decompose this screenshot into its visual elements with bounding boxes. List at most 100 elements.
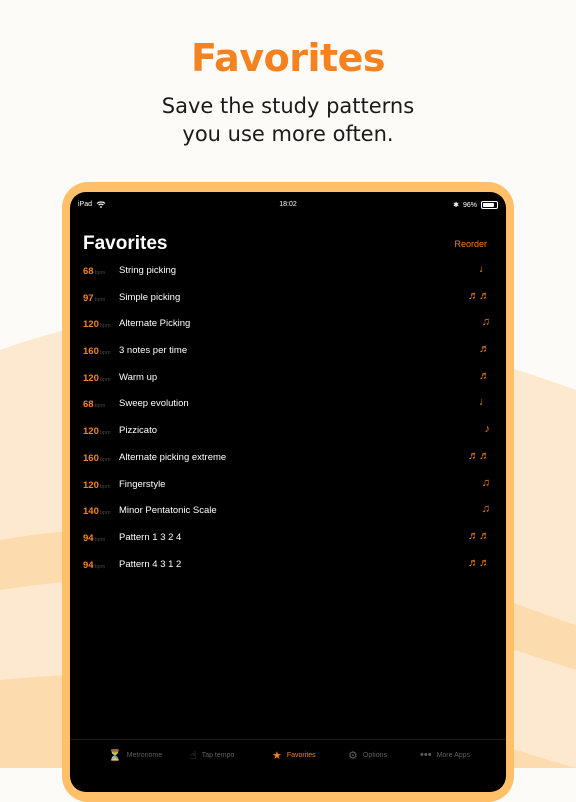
rhythm-notation-icon: ♩ [479, 396, 490, 409]
bpm-number: 120 [83, 479, 99, 491]
bpm-unit: bpm [99, 350, 111, 357]
pattern-name: Fingerstyle [119, 478, 166, 490]
tab-tap-tempo[interactable]: ☝ Tap tempo [190, 749, 234, 762]
tap-hand-icon: ☝ [190, 750, 197, 762]
favorite-row[interactable]: 68bpm String picking ♩ [70, 258, 506, 285]
tab-favorites[interactable]: ★ Favorites [272, 749, 316, 762]
bpm-value: 94bpm [83, 533, 117, 544]
bpm-unit: bpm [94, 296, 106, 303]
status-time: 18:02 [279, 201, 297, 208]
rhythm-notation-icon: ♬♬ [468, 556, 490, 569]
bpm-number: 120 [83, 319, 99, 331]
bpm-unit: bpm [94, 563, 106, 570]
favorite-row[interactable]: 68bpm Sweep evolution ♩ [70, 391, 506, 418]
promo-subhead: Save the study patterns you use more oft… [0, 92, 576, 148]
bpm-value: 120bpm [83, 373, 117, 384]
rhythm-notation-icon: ♬♬ [468, 529, 490, 542]
bpm-value: 120bpm [83, 319, 117, 330]
bpm-number: 120 [83, 372, 99, 384]
tab-label: Tap tempo [201, 752, 235, 759]
pattern-name: 3 notes per time [119, 345, 188, 357]
bpm-number: 97 [83, 292, 94, 304]
tab-bar: ⏳ Metronome ☝ Tap tempo ★ Favorites ⚙ Options ••… [70, 739, 506, 792]
pattern-name: Pattern 1 3 2 4 [119, 531, 182, 543]
rhythm-notation-icon: ♪ [484, 423, 491, 436]
favorite-row[interactable]: 140bpm Minor Pentatonic Scale ♫ [70, 498, 506, 525]
tab-options[interactable]: ⚙ Options [348, 749, 387, 762]
promo-subhead-line-1: Save the study patterns [161, 94, 415, 118]
battery-percent: 96% [462, 201, 477, 209]
bpm-number: 120 [83, 426, 99, 438]
star-list-icon: ★ [272, 750, 282, 762]
bpm-unit: bpm [99, 430, 111, 437]
bpm-unit: bpm [99, 376, 111, 383]
pattern-name: Sweep evolution [119, 398, 189, 410]
favorite-row[interactable]: 120bpm Pizzicato ♪ [70, 418, 506, 445]
tab-metronome[interactable]: ⏳ Metronome [108, 749, 162, 762]
bpm-unit: bpm [94, 270, 106, 276]
pattern-name: Simple picking [119, 291, 181, 303]
bpm-value: 160bpm [83, 453, 117, 464]
pattern-name: Alternate picking extreme [119, 451, 227, 463]
dots-icon: ••• [420, 749, 432, 761]
pattern-name: Pattern 4 3 1 2 [119, 558, 182, 570]
pattern-name: Alternate Picking [119, 318, 191, 330]
pattern-name: Minor Pentatonic Scale [119, 505, 217, 517]
bpm-unit: bpm [94, 403, 106, 410]
gear-icon: ⚙ [348, 750, 358, 762]
favorite-row[interactable]: 94bpm Pattern 4 3 1 2 ♬♬ [70, 552, 506, 579]
favorite-row[interactable]: 120bpm Alternate Picking ♫ [70, 311, 506, 338]
bpm-value: 160bpm [83, 346, 117, 357]
page-title: Favorites [83, 233, 168, 254]
bluetooth-icon: ✱ [453, 202, 459, 209]
tab-more-apps[interactable]: ••• More Apps [420, 749, 470, 761]
pattern-name: Pizzicato [119, 425, 158, 437]
bpm-number: 94 [83, 532, 94, 544]
bpm-number: 140 [83, 506, 99, 518]
status-bar: iPad 18:02 ✱ 96% [70, 201, 506, 213]
rhythm-notation-icon: ♩ [479, 263, 490, 275]
bpm-unit: bpm [99, 323, 111, 330]
bpm-number: 160 [83, 346, 99, 358]
promo-subhead-line-2: you use more often. [182, 122, 394, 146]
bpm-value: 120bpm [83, 426, 117, 437]
bpm-value: 97bpm [83, 293, 117, 304]
rhythm-notation-icon: ♫ [481, 316, 490, 329]
bpm-value: 68bpm [83, 399, 117, 410]
bpm-value: 94bpm [83, 560, 117, 571]
rhythm-notation-icon: ♬♬ [468, 289, 490, 302]
pattern-name: Warm up [119, 371, 158, 383]
bpm-number: 160 [83, 452, 99, 464]
tab-label: Options [362, 752, 387, 759]
rhythm-notation-icon: ♬ [479, 369, 490, 382]
bpm-unit: bpm [99, 483, 111, 490]
tab-label: Metronome [126, 752, 163, 759]
app-screen: iPad 18:02 ✱ 96% Favorites Reorder 68bpm… [70, 192, 506, 792]
pattern-name: String picking [119, 265, 177, 276]
favorite-row[interactable]: 160bpm 3 notes per time ♬ [70, 338, 506, 365]
bpm-unit: bpm [99, 456, 111, 463]
metronome-icon: ⏳ [108, 750, 122, 762]
bpm-value: 68bpm [83, 266, 117, 277]
bpm-value: 120bpm [83, 480, 117, 491]
bpm-unit: bpm [94, 536, 106, 543]
tab-label: More Apps [436, 751, 471, 759]
rhythm-notation-icon: ♬ [479, 343, 490, 356]
favorite-row[interactable]: 120bpm Fingerstyle ♫ [70, 472, 506, 499]
rhythm-notation-icon: ♬♬ [468, 449, 490, 462]
tab-label: Favorites [286, 752, 316, 759]
reorder-button[interactable]: Reorder [454, 239, 487, 249]
favorite-row[interactable]: 120bpm Warm up ♬ [70, 365, 506, 392]
rhythm-notation-icon: ♫ [481, 476, 490, 489]
bpm-unit: bpm [99, 510, 111, 517]
favorite-row[interactable]: 97bpm Simple picking ♬♬ [70, 285, 506, 312]
favorites-list: 68bpm String picking ♩ 97bpm Simple picking ♬… [70, 258, 506, 578]
promo-headline: Favorites [190, 36, 386, 80]
rhythm-notation-icon: ♫ [481, 503, 490, 516]
favorite-row[interactable]: 94bpm Pattern 1 3 2 4 ♬♬ [70, 525, 506, 552]
bpm-number: 94 [83, 559, 94, 571]
favorite-row[interactable]: 160bpm Alternate picking extreme ♬♬ [70, 445, 506, 472]
bpm-value: 140bpm [83, 506, 117, 517]
bpm-number: 68 [83, 266, 94, 277]
battery-icon [481, 201, 498, 209]
